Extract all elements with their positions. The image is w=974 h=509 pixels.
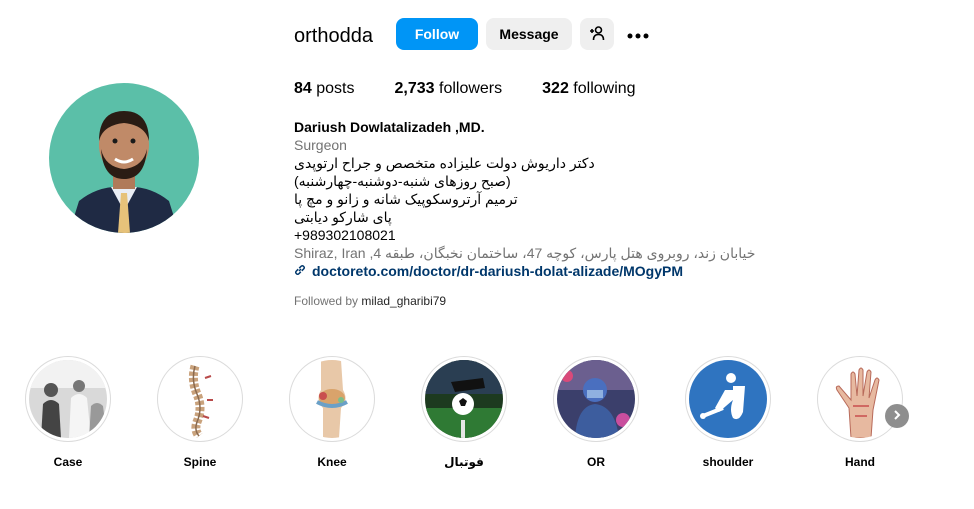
spine-illustration-icon — [161, 360, 239, 438]
bio-link[interactable]: doctoreto.com/doctor/dr-dariush-dolat-al… — [294, 262, 774, 280]
highlight-label: Spine — [183, 455, 217, 469]
bio-address[interactable]: خیابان زند، روبروی هتل پارس، کوچه 47، سا… — [294, 244, 774, 262]
follow-button[interactable]: Follow — [396, 18, 478, 50]
highlight-item[interactable]: Knee — [287, 356, 377, 469]
highlight-label: OR — [587, 455, 605, 469]
link-icon — [294, 262, 306, 280]
knee-illustration-icon — [293, 360, 371, 438]
bio-line: پای شارکو دیابتی — [294, 209, 392, 225]
following-label: following — [573, 80, 636, 97]
profile-avatar[interactable] — [49, 83, 199, 233]
highlight-label: Case — [53, 455, 83, 469]
message-button[interactable]: Message — [486, 18, 572, 50]
suggest-users-button[interactable] — [580, 18, 614, 50]
chevron-right-icon — [892, 407, 902, 425]
posts-label: posts — [316, 80, 355, 97]
highlight-label: فوتبال — [444, 455, 484, 469]
highlights-next-button[interactable] — [885, 404, 909, 428]
highlight-label: Knee — [317, 455, 347, 469]
bio-link-text: doctoreto.com/doctor/dr-dariush-dolat-al… — [312, 263, 684, 279]
highlight-label: shoulder — [702, 455, 754, 469]
more-icon — [627, 26, 649, 42]
highlight-item[interactable]: shoulder — [683, 356, 773, 469]
profile-stats: 84 posts 2,733 followers 322 following — [294, 79, 676, 99]
following-stat[interactable]: 322 following — [542, 79, 635, 99]
followers-count: 2,733 — [394, 80, 435, 97]
case-photo-icon — [29, 360, 107, 438]
shoulder-icon — [689, 360, 767, 438]
bio-line: (صبح روزهای شنبه-دوشنبه-چهارشنبه) — [294, 173, 511, 189]
bio-phone: +989302108021 — [294, 227, 396, 243]
add-user-icon — [589, 25, 605, 44]
posts-stat: 84 posts — [294, 79, 355, 99]
highlight-item[interactable]: Case — [23, 356, 113, 469]
following-count: 322 — [542, 80, 569, 97]
story-highlights: Case Spine Knee فوتبال OR shoulder Hand — [0, 356, 974, 486]
hand-illustration-icon — [821, 360, 899, 438]
more-options-button[interactable] — [624, 18, 652, 50]
bio-line: ترمیم آرتروسکوپیک شانه و زانو و مچ پا — [294, 191, 518, 207]
profile-full-name: Dariush Dowlatalizadeh ,MD. — [294, 119, 485, 135]
followers-stat[interactable]: 2,733 followers — [395, 79, 503, 99]
highlight-label: Hand — [845, 455, 875, 469]
highlight-item[interactable]: Spine — [155, 356, 245, 469]
highlight-item[interactable]: OR — [551, 356, 641, 469]
followed-by-user: milad_gharibi79 — [361, 294, 447, 308]
football-photo-icon — [425, 360, 503, 438]
followed-by-prefix: Followed by — [294, 294, 359, 308]
followers-label: followers — [439, 80, 503, 97]
followed-by[interactable]: Followed by milad_gharibi79 — [294, 294, 446, 308]
operating-room-photo-icon — [557, 360, 635, 438]
profile-bio: Dariush Dowlatalizadeh ,MD. Surgeon دکتر… — [294, 118, 774, 280]
profile-username: orthodda — [294, 25, 373, 47]
posts-count: 84 — [294, 80, 312, 97]
profile-category: Surgeon — [294, 137, 347, 153]
bio-line: دکتر داریوش دولت علیزاده متخصص و جراح ار… — [294, 155, 595, 171]
highlight-item[interactable]: فوتبال — [419, 356, 509, 469]
